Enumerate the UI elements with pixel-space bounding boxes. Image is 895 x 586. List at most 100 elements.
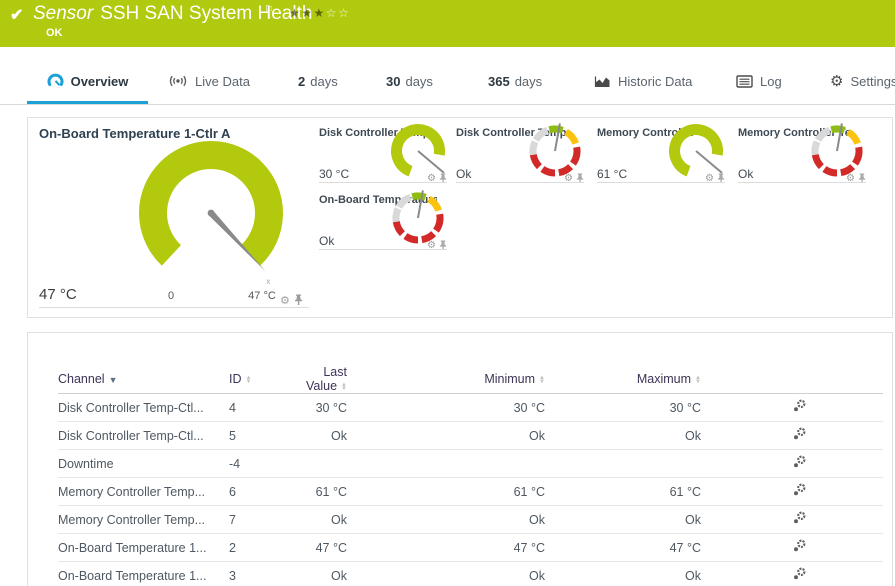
- channel-name[interactable]: Downtime: [58, 450, 229, 478]
- channel-settings-icon[interactable]: [792, 427, 807, 441]
- table-row[interactable]: On-Board Temperature 1...247 °C47 °C47 °…: [58, 534, 883, 562]
- channel-settings-cell[interactable]: [715, 506, 883, 534]
- sort-icon[interactable]: ▲▼: [341, 383, 347, 391]
- channel-name[interactable]: Memory Controller Temp...: [58, 506, 229, 534]
- sort-icon[interactable]: ▲▼: [695, 376, 701, 384]
- channel-last-value: 30 °C: [291, 394, 361, 422]
- channel-settings-cell[interactable]: [715, 422, 883, 450]
- tab-30-days[interactable]: 30 days: [386, 71, 433, 91]
- channels-table: Channel▼ID▲▼Last Value▲▼Minimum▲▼Maximum…: [58, 365, 883, 586]
- main-gauge[interactable]: x: [123, 135, 313, 310]
- star-filled-icon[interactable]: ★: [289, 6, 301, 20]
- channel-id: -4: [229, 450, 291, 478]
- pin-icon[interactable]: [576, 170, 584, 188]
- tab-365-days[interactable]: 365days: [488, 71, 542, 91]
- pin-icon[interactable]: [439, 170, 447, 188]
- channel-settings-cell[interactable]: [715, 450, 883, 478]
- tab-label: Live Data: [195, 74, 250, 89]
- star-filled-icon[interactable]: ★: [314, 6, 326, 20]
- gauge-tile[interactable]: Memory Controller Te...61 °C⚙: [597, 126, 725, 182]
- column-header-id[interactable]: ID▲▼: [229, 365, 291, 394]
- gauge-tile[interactable]: Memory Controller Te...Ok⚙: [738, 126, 866, 182]
- channel-settings-cell[interactable]: [715, 478, 883, 506]
- gauge-settings-gear-icon[interactable]: ⚙: [427, 241, 436, 251]
- gauge-settings-gear-icon[interactable]: ⚙: [427, 174, 436, 184]
- tab-label: Historic Data: [618, 74, 692, 89]
- column-label: Minimum: [484, 372, 535, 386]
- column-header-maximum[interactable]: Maximum ▲▼: [559, 365, 715, 394]
- channel-last-value: 47 °C: [291, 534, 361, 562]
- channel-settings-icon[interactable]: [792, 511, 807, 525]
- column-label: Channel: [58, 372, 105, 386]
- flag-icon[interactable]: ⚐: [264, 3, 274, 16]
- tab-label: days: [405, 74, 432, 89]
- gauge-icon: [47, 73, 64, 89]
- gauge-tile[interactable]: On-Board Temperature...Ok⚙: [319, 193, 447, 249]
- main-gauge-scale-min: 0: [161, 290, 181, 302]
- table-row[interactable]: Memory Controller Temp...7OkOkOk: [58, 506, 883, 534]
- channel-settings-cell[interactable]: [715, 562, 883, 586]
- column-header-minimum[interactable]: Minimum ▲▼: [361, 365, 559, 394]
- tab-overview[interactable]: Overview: [27, 71, 148, 91]
- pin-icon[interactable]: [858, 170, 866, 188]
- channel-name[interactable]: Disk Controller Temp-Ctl...: [58, 422, 229, 450]
- tab-label: Settings: [850, 74, 895, 89]
- channel-maximum: Ok: [559, 506, 715, 534]
- column-header-channel[interactable]: Channel ▼: [58, 365, 229, 394]
- priority-stars[interactable]: ★★★☆☆: [289, 6, 350, 20]
- gauge-tile[interactable]: Disk Controller Temp-...Ok⚙: [456, 126, 584, 182]
- pin-icon[interactable]: [717, 170, 725, 188]
- gauges-panel: On-Board Temperature 1-Ctlr A x 47 °C 0 …: [27, 117, 893, 318]
- sort-icon[interactable]: ▲▼: [246, 376, 252, 384]
- channel-settings-icon[interactable]: [792, 455, 807, 469]
- gauge-settings-gear-icon[interactable]: ⚙: [846, 174, 855, 184]
- tile-gauge-value: Ok: [319, 234, 334, 248]
- star-empty-icon[interactable]: ☆: [338, 6, 350, 20]
- channel-settings-cell[interactable]: [715, 534, 883, 562]
- gauge-tile[interactable]: Disk Controller Temp-...30 °C⚙: [319, 126, 447, 182]
- channel-settings-icon[interactable]: [792, 399, 807, 413]
- live-icon: [168, 74, 188, 88]
- channel-id: 7: [229, 506, 291, 534]
- table-row[interactable]: On-Board Temperature 1...3OkOkOk: [58, 562, 883, 586]
- channel-id: 4: [229, 394, 291, 422]
- channel-last-value: Ok: [291, 562, 361, 586]
- channel-minimum: 30 °C: [361, 394, 559, 422]
- column-header-last-value[interactable]: Last Value▲▼: [291, 365, 361, 394]
- channel-name[interactable]: On-Board Temperature 1...: [58, 562, 229, 586]
- channel-name[interactable]: On-Board Temperature 1...: [58, 534, 229, 562]
- tile-gauge-value: 30 °C: [319, 167, 349, 181]
- tab-log[interactable]: Log: [736, 71, 782, 91]
- gear-icon: ⚙: [830, 74, 843, 89]
- gauge-settings-gear-icon[interactable]: ⚙: [280, 296, 290, 307]
- channel-settings-cell[interactable]: [715, 394, 883, 422]
- channel-name[interactable]: Disk Controller Temp-Ctl...: [58, 394, 229, 422]
- tile-gauge-value: 61 °C: [597, 167, 627, 181]
- channel-minimum: 61 °C: [361, 478, 559, 506]
- gauge-settings-gear-icon[interactable]: ⚙: [564, 174, 573, 184]
- gauge-settings-gear-icon[interactable]: ⚙: [705, 174, 714, 184]
- sort-icon[interactable]: ▲▼: [539, 376, 545, 384]
- channel-maximum: [559, 450, 715, 478]
- channel-settings-icon[interactable]: [792, 483, 807, 497]
- title-prefix: Sensor: [33, 3, 93, 24]
- table-row[interactable]: Disk Controller Temp-Ctl...5OkOkOk: [58, 422, 883, 450]
- sort-desc-icon[interactable]: ▼: [109, 375, 118, 385]
- tab-2-days[interactable]: 2days: [298, 71, 338, 91]
- column-label: Maximum: [637, 372, 691, 386]
- channel-settings-icon[interactable]: [792, 539, 807, 553]
- tab-strong-label: 30: [386, 74, 400, 89]
- tab-settings[interactable]: ⚙ Settings: [830, 71, 895, 91]
- star-filled-icon[interactable]: ★: [301, 6, 313, 20]
- channel-settings-icon[interactable]: [792, 567, 807, 581]
- pin-icon[interactable]: [439, 237, 447, 255]
- channel-name[interactable]: Memory Controller Temp...: [58, 478, 229, 506]
- status-check-icon: ✔: [10, 5, 23, 25]
- star-empty-icon[interactable]: ☆: [326, 6, 338, 20]
- table-row[interactable]: Memory Controller Temp...661 °C61 °C61 °…: [58, 478, 883, 506]
- channel-minimum: [361, 450, 559, 478]
- tab-historic-data[interactable]: Historic Data: [594, 71, 692, 91]
- table-row[interactable]: Disk Controller Temp-Ctl...430 °C30 °C30…: [58, 394, 883, 422]
- table-row[interactable]: Downtime-4: [58, 450, 883, 478]
- tab-live-data[interactable]: Live Data: [168, 71, 250, 91]
